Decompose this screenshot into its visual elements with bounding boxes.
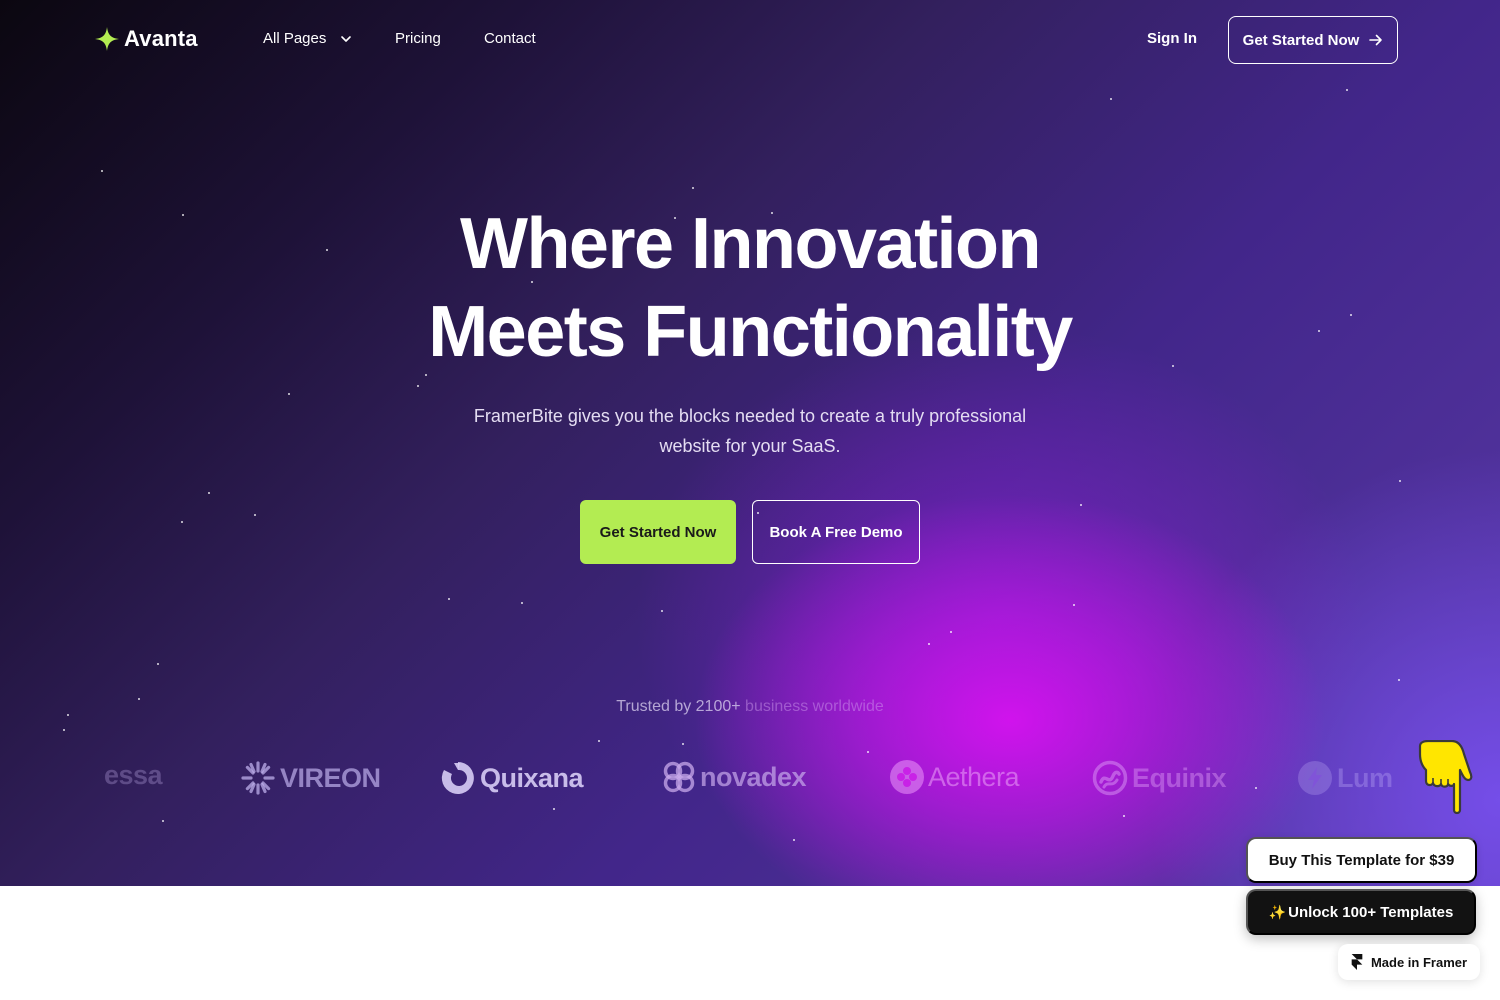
headline-line-2: Meets Functionality: [428, 292, 1073, 372]
buy-template-button[interactable]: Buy This Template for $39: [1246, 837, 1477, 883]
star-dot: [63, 729, 65, 731]
logo-equinix: Equinix: [1092, 760, 1227, 796]
nav-get-started-button[interactable]: Get Started Now: [1228, 16, 1398, 64]
star-dot: [181, 521, 183, 523]
logo-aethera: Aethera: [890, 760, 1020, 794]
star-dot: [521, 602, 523, 604]
framer-logo-icon: [1351, 954, 1363, 970]
sparkles-icon: ✨: [1268, 903, 1287, 920]
nav-cta-label: Get Started Now: [1242, 31, 1360, 49]
star-dot: [1123, 815, 1125, 817]
nav-link-label: All Pages: [263, 30, 327, 47]
logo-name: novadex: [700, 761, 807, 792]
chevron-down-icon: [341, 35, 352, 42]
star-dot: [162, 820, 164, 822]
star-dot: [682, 743, 684, 745]
arrow-right-icon: [1369, 34, 1383, 46]
hero-subtitle: FramerBite gives you the blocks needed t…: [473, 406, 1027, 456]
made-in-framer-label: Made in Framer: [1370, 954, 1468, 970]
nav-link-label: Pricing: [395, 30, 441, 47]
logo-essa: essa: [104, 760, 163, 791]
top-navigation: Avanta All Pages Pricing Contact Sign In…: [0, 0, 1500, 80]
star-dot: [448, 598, 450, 600]
star-dot: [1255, 787, 1257, 789]
get-started-button[interactable]: Get Started Now: [580, 500, 736, 564]
logo-name: Aethera: [928, 761, 1020, 792]
hero-headline: Where Innovation Meets Functionality: [0, 200, 1500, 376]
nav-link-contact[interactable]: Contact: [484, 30, 536, 47]
star-dot: [288, 393, 290, 395]
star-dot: [867, 751, 869, 753]
star-dot: [157, 663, 159, 665]
trusted-by-text: Trusted by 2100+ business worldwide: [0, 698, 1500, 716]
logo-novadex: novadex: [662, 760, 807, 794]
star-dot: [208, 492, 210, 494]
made-in-framer-badge[interactable]: Made in Framer: [1338, 944, 1480, 980]
brand-name: Avanta: [124, 26, 198, 51]
nav-link-all-pages[interactable]: All Pages: [263, 30, 352, 47]
nav-link-pricing[interactable]: Pricing: [395, 30, 441, 47]
star-dot: [1346, 89, 1348, 91]
brand-logo[interactable]: Avanta: [94, 26, 198, 52]
star-dot: [1110, 98, 1112, 100]
sparkle-star-icon: [95, 27, 119, 51]
wave-circle-icon: [1092, 760, 1128, 796]
star-dot: [1080, 504, 1082, 506]
unlock-label: Unlock 100+ Templates: [1288, 903, 1454, 921]
trusted-suffix: business worldwide: [740, 698, 884, 715]
nav-link-label: Contact: [484, 30, 536, 47]
star-dot: [598, 740, 600, 742]
ring-icon: [441, 762, 474, 794]
star-dot: [417, 385, 419, 387]
star-dot: [661, 610, 663, 612]
sign-in-link[interactable]: Sign In: [1147, 30, 1197, 47]
logo-name: Equinix: [1132, 762, 1227, 793]
headline-line-1: Where Innovation: [459, 204, 1042, 284]
interlock-icon: [663, 761, 695, 793]
star-dot: [254, 514, 256, 516]
star-dot: [1399, 480, 1401, 482]
star-dot: [101, 170, 103, 172]
clover-icon: [890, 760, 924, 794]
bolt-icon: [1298, 761, 1332, 795]
logo-lum: Lum: [1297, 760, 1393, 796]
logo-name: Quixana: [480, 762, 584, 793]
star-dot: [553, 808, 555, 810]
star-dot: [928, 643, 930, 645]
unlock-templates-button[interactable]: ✨ Unlock 100+ Templates: [1246, 889, 1476, 935]
star-dot: [793, 839, 795, 841]
logo-vireon: VIREON: [240, 760, 381, 796]
sunburst-icon: [241, 761, 275, 795]
book-demo-button[interactable]: Book A Free Demo: [752, 500, 920, 564]
logo-name: Lum: [1337, 762, 1393, 793]
star-dot: [950, 631, 952, 633]
trusted-prefix: Trusted by 2100+: [616, 698, 741, 715]
logo-name: VIREON: [280, 762, 381, 793]
star-dot: [1398, 679, 1400, 681]
star-dot: [692, 187, 694, 189]
star-dot: [1073, 604, 1075, 606]
pointing-hand-icon: [1418, 740, 1473, 815]
logo-quixana: Quixana: [440, 760, 584, 796]
logo-name: essa: [104, 760, 163, 790]
hero-section: Avanta All Pages Pricing Contact Sign In…: [0, 0, 1500, 886]
